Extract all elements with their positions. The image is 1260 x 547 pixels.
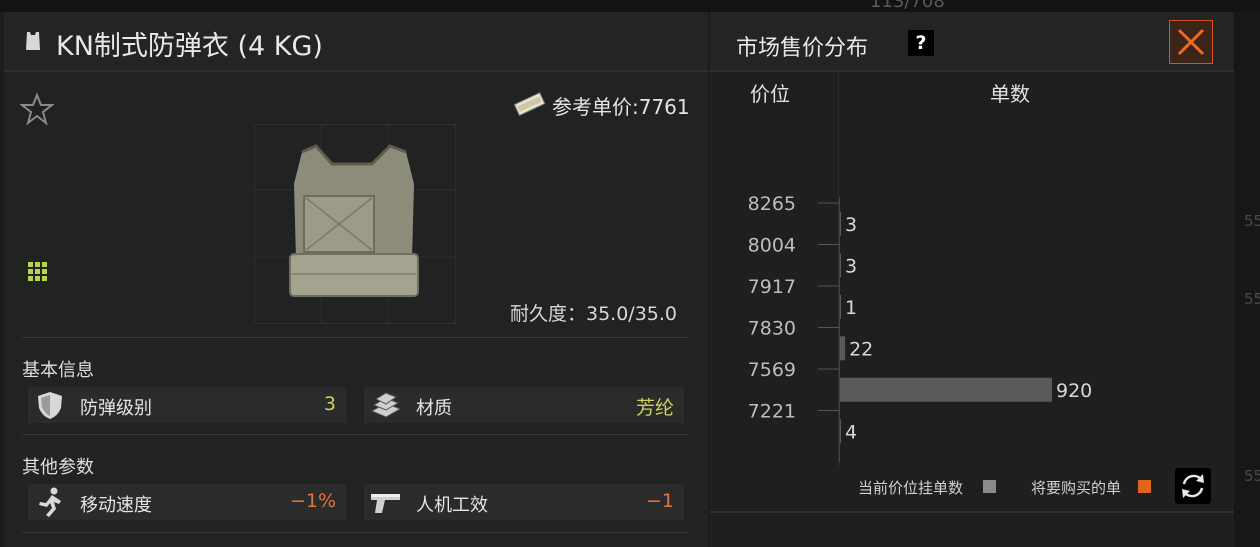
price-tick-label: 7221 <box>748 401 796 423</box>
price-distribution-chart: 8265 8004 7917 7830 7569 7221 3 3 1 22 920 4 <box>748 193 1092 444</box>
grid-size-icon <box>28 262 47 281</box>
count-label: 3 <box>845 255 857 277</box>
count-bar <box>840 294 841 319</box>
price-tick-label: 7917 <box>748 276 796 298</box>
close-icon <box>1177 28 1205 56</box>
legend-buy-orders: 将要购买的单 <box>1031 479 1122 497</box>
market-title: 市场售价分布 <box>736 36 869 61</box>
stat-value: −1 <box>645 490 674 512</box>
section-basic-info: 基本信息 <box>22 360 94 381</box>
edge-number: 55 <box>1244 467 1260 485</box>
edge-number: 55 <box>1244 212 1260 230</box>
legend-current-orders: 当前价位挂单数 <box>858 479 964 497</box>
stat-label: 移动速度 <box>80 495 152 516</box>
count-label: 22 <box>849 338 873 360</box>
divider <box>22 532 689 533</box>
stat-label: 防弹级别 <box>80 398 152 419</box>
refresh-button[interactable] <box>1175 468 1211 504</box>
count-bar <box>840 377 1052 402</box>
body-armor-image <box>254 124 456 324</box>
legend-current-swatch <box>983 480 996 493</box>
reference-price: 参考单价:7761 <box>552 95 690 119</box>
section-other-params: 其他参数 <box>22 457 94 478</box>
favorite-star-icon[interactable] <box>20 92 54 126</box>
durability-value: 耐久度：35.0/35.0 <box>510 303 678 325</box>
refresh-icon <box>1182 474 1204 498</box>
divider <box>22 337 689 338</box>
count-label: 1 <box>845 297 857 319</box>
item-header: KN制式防弹衣 (4 KG) <box>4 12 708 72</box>
stat-protection-level: 防弹级别 3 <box>28 387 346 423</box>
divider <box>22 434 689 435</box>
top-strip: 113/708 <box>0 0 1260 12</box>
material-stack-icon <box>370 392 402 418</box>
item-detail-panel: KN制式防弹衣 (4 KG) 参考单价:7761 耐久度：35.0/35.0 基… <box>4 12 708 547</box>
count-label: 4 <box>845 421 857 443</box>
count-bar <box>840 211 841 236</box>
price-tick-label: 7569 <box>748 359 796 381</box>
column-count-header: 单数 <box>990 82 1030 106</box>
count-label: 3 <box>845 214 857 236</box>
price-tick-label: 8265 <box>748 193 796 215</box>
running-person-icon <box>39 487 61 517</box>
column-price-header: 价位 <box>750 82 790 106</box>
count-bar <box>840 336 846 361</box>
money-stack-icon <box>513 92 546 117</box>
stat-move-speed: 移动速度 −1% <box>28 484 346 520</box>
price-tick-label: 8004 <box>748 235 796 257</box>
shield-icon <box>38 392 62 419</box>
stat-material: 材质 芳纶 <box>364 387 684 423</box>
stat-label: 材质 <box>416 398 452 419</box>
count-bar <box>840 253 841 278</box>
market-header: 市场售价分布 ? <box>710 12 1234 72</box>
stat-label: 人机工效 <box>416 495 488 516</box>
pistol-icon <box>371 494 400 513</box>
stat-ergonomics: 人机工效 −1 <box>364 484 684 520</box>
chart-axis <box>839 197 840 462</box>
count-label: 920 <box>1056 380 1092 402</box>
stat-value: −1% <box>289 490 336 512</box>
count-bar <box>840 419 841 444</box>
help-button[interactable]: ? <box>908 30 934 56</box>
background-right-edge: 55 55 55 <box>1234 12 1260 547</box>
legend-buy-swatch <box>1138 480 1151 493</box>
price-tick-label: 7830 <box>748 318 796 340</box>
market-price-panel: 市场售价分布 ? 价位 单数 8265 8004 7917 7830 7569 7221 3… <box>710 12 1234 547</box>
stat-value: 芳纶 <box>635 397 674 419</box>
armor-icon <box>26 32 40 50</box>
close-button[interactable] <box>1169 20 1213 64</box>
item-title: KN制式防弹衣 (4 KG) <box>56 31 323 62</box>
stat-value: 3 <box>323 393 336 415</box>
bottom-divider <box>710 511 1234 513</box>
edge-number: 55 <box>1244 290 1260 308</box>
background-counter: 113/708 <box>870 0 945 12</box>
